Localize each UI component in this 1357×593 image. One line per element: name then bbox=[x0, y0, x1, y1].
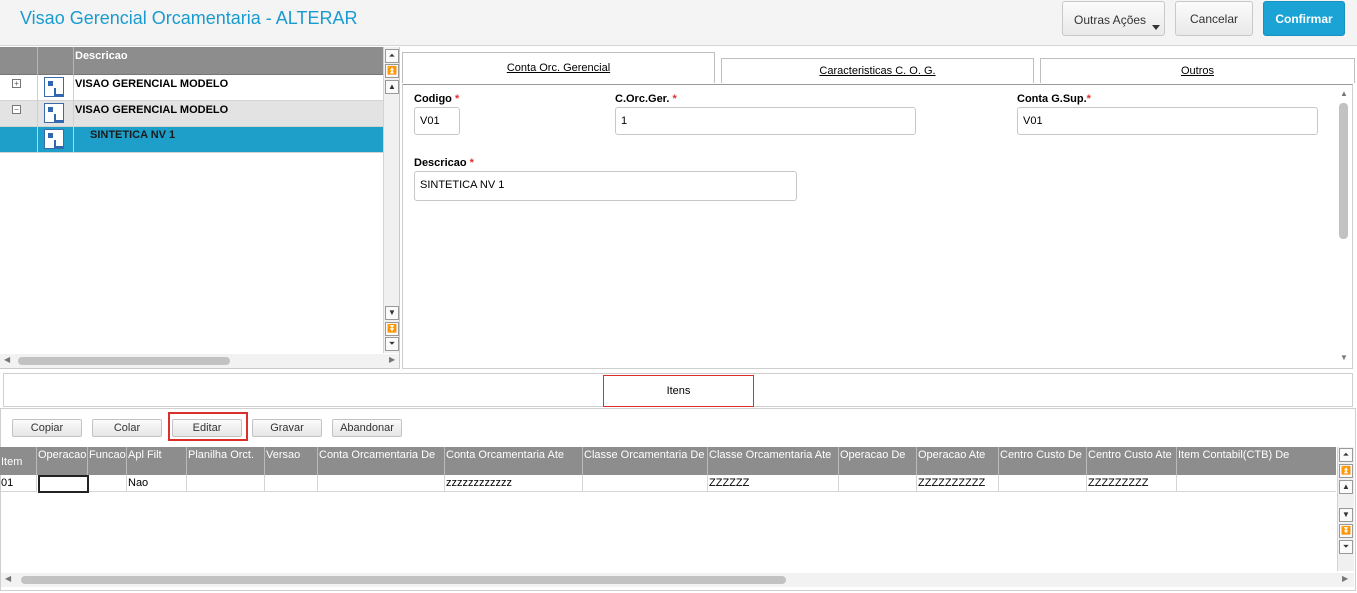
scroll-top-icon[interactable]: ⏶ bbox=[385, 49, 399, 63]
arrow-down-icon[interactable]: ▼ bbox=[385, 306, 399, 320]
confirmar-button[interactable]: Confirmar bbox=[1263, 1, 1345, 36]
codigo-field[interactable]: V01 bbox=[414, 107, 460, 135]
tree-row-label: SINTETICA NV 1 bbox=[90, 129, 176, 141]
tree-vertical-scrollbar[interactable]: ⏶ ⏫ ▲ ▼ ⏬ ⏷ bbox=[383, 47, 399, 353]
tab-outros[interactable]: Outros bbox=[1040, 58, 1355, 83]
tree-horizontal-scrollbar[interactable]: ◀ ▶ bbox=[0, 354, 399, 368]
cell-item[interactable]: 01 bbox=[0, 475, 37, 492]
col-header-item[interactable]: Item bbox=[0, 447, 37, 475]
col-header-operacao-de[interactable]: Operacao De bbox=[839, 447, 917, 475]
arrow-left-icon[interactable]: ◀ bbox=[4, 355, 10, 364]
cell-item-contabil-de[interactable] bbox=[1177, 475, 1336, 492]
form-panel: Codigo * V01 C.Orc.Ger. * 1 Conta G.Sup.… bbox=[402, 84, 1353, 369]
col-header-planilha[interactable]: Planilha Orct. bbox=[187, 447, 265, 475]
col-header-classe-ate[interactable]: Classe Orcamentaria Ate bbox=[708, 447, 839, 475]
col-header-versao[interactable]: Versao bbox=[265, 447, 318, 475]
col-header-conta-ate[interactable]: Conta Orcamentaria Ate bbox=[445, 447, 583, 475]
codigo-label: Codigo * bbox=[414, 93, 460, 105]
tree-header: Descricao bbox=[0, 47, 383, 75]
scroll-page-down-icon[interactable]: ⏬ bbox=[385, 322, 399, 336]
tree-row[interactable]: − VISAO GERENCIAL MODELO bbox=[0, 101, 383, 127]
tab-itens[interactable]: Itens bbox=[603, 375, 754, 407]
tree-row-label: VISAO GERENCIAL MODELO bbox=[75, 78, 229, 90]
scroll-thumb[interactable] bbox=[18, 357, 230, 365]
cell-classe-ate[interactable]: ZZZZZZ bbox=[708, 475, 839, 492]
cell-centro-de[interactable] bbox=[999, 475, 1087, 492]
copiar-button[interactable]: Copiar bbox=[12, 419, 82, 437]
descricao-label: Descricao * bbox=[414, 157, 474, 169]
cell-funcao[interactable] bbox=[89, 475, 127, 492]
abandonar-button[interactable]: Abandonar bbox=[332, 419, 402, 437]
col-header-centro-de[interactable]: Centro Custo De bbox=[999, 447, 1087, 475]
caret-down-icon bbox=[1152, 25, 1160, 30]
tab-caracteristicas[interactable]: Caracteristicas C. O. G. bbox=[721, 58, 1034, 83]
scroll-bottom-icon[interactable]: ⏷ bbox=[385, 337, 399, 351]
col-header-apl-filt[interactable]: Apl Filt bbox=[127, 447, 187, 475]
scroll-thumb[interactable] bbox=[1339, 103, 1348, 239]
outras-acoes-button[interactable]: Outras Ações bbox=[1062, 1, 1165, 36]
outras-acoes-label: Outras Ações bbox=[1074, 13, 1147, 27]
tree-node-icon bbox=[44, 129, 64, 149]
scroll-page-up-icon[interactable]: ⏫ bbox=[385, 64, 399, 78]
cell-versao[interactable] bbox=[265, 475, 318, 492]
collapse-icon[interactable]: − bbox=[12, 105, 21, 114]
arrow-up-icon[interactable]: ▲ bbox=[1340, 89, 1348, 98]
cell-operacao-ate[interactable]: ZZZZZZZZZZ bbox=[917, 475, 999, 492]
cell-apl-filt[interactable]: Nao bbox=[127, 475, 187, 492]
grid-vertical-scrollbar[interactable]: ⏶ ⏫ ▲ ▼ ⏬ ⏷ bbox=[1337, 447, 1354, 571]
cell-centro-ate[interactable]: ZZZZZZZZZ bbox=[1087, 475, 1177, 492]
scroll-bottom-icon[interactable]: ⏷ bbox=[1339, 540, 1353, 554]
contagsup-label: Conta G.Sup.* bbox=[1017, 93, 1091, 105]
contagsup-field[interactable]: V01 bbox=[1017, 107, 1318, 135]
corcger-field[interactable]: 1 bbox=[615, 107, 916, 135]
tree-row[interactable]: + VISAO GERENCIAL MODELO bbox=[0, 75, 383, 101]
cell-operacao-de[interactable] bbox=[839, 475, 917, 492]
cell-conta-ate[interactable]: zzzzzzzzzzzz bbox=[445, 475, 583, 492]
tree-column-header: Descricao bbox=[75, 50, 128, 62]
gravar-button[interactable]: Gravar bbox=[252, 419, 322, 437]
colar-button[interactable]: Colar bbox=[92, 419, 162, 437]
col-header-funcao[interactable]: Funcao bbox=[88, 447, 127, 475]
page-title: Visao Gerencial Orcamentaria - ALTERAR bbox=[20, 8, 358, 28]
page-header: Visao Gerencial Orcamentaria - ALTERAR O… bbox=[0, 0, 1357, 46]
tree-node-icon bbox=[44, 103, 64, 123]
tree-row-label: VISAO GERENCIAL MODELO bbox=[75, 104, 229, 116]
grid-header: Item Operacao Funcao Apl Filt Planilha O… bbox=[0, 447, 1336, 475]
tree-row-selected[interactable]: SINTETICA NV 1 bbox=[0, 127, 383, 153]
scroll-page-down-icon[interactable]: ⏬ bbox=[1339, 524, 1353, 538]
descricao-field[interactable]: SINTETICA NV 1 bbox=[414, 171, 797, 201]
cell-conta-de[interactable] bbox=[318, 475, 445, 492]
scroll-top-icon[interactable]: ⏶ bbox=[1339, 448, 1353, 462]
tree-node-icon bbox=[44, 77, 64, 97]
arrow-down-icon[interactable]: ▼ bbox=[1340, 353, 1348, 362]
tree-panel: Descricao + VISAO GERENCIAL MODELO − VIS… bbox=[0, 47, 400, 369]
editar-highlight bbox=[168, 412, 248, 441]
col-header-classe-de[interactable]: Classe Orcamentaria De bbox=[583, 447, 708, 475]
cancelar-button[interactable]: Cancelar bbox=[1175, 1, 1253, 36]
col-header-centro-ate[interactable]: Centro Custo Ate bbox=[1087, 447, 1177, 475]
cell-planilha[interactable] bbox=[187, 475, 265, 492]
grid-horizontal-scrollbar[interactable]: ◀ ▶ bbox=[1, 573, 1354, 587]
arrow-right-icon[interactable]: ▶ bbox=[389, 355, 395, 364]
expand-icon[interactable]: + bbox=[12, 79, 21, 88]
arrow-up-icon[interactable]: ▲ bbox=[385, 80, 399, 94]
scroll-page-up-icon[interactable]: ⏫ bbox=[1339, 464, 1353, 478]
col-header-operacao[interactable]: Operacao bbox=[37, 447, 88, 475]
col-header-conta-de[interactable]: Conta Orcamentaria De bbox=[318, 447, 445, 475]
arrow-right-icon[interactable]: ▶ bbox=[1342, 574, 1348, 583]
cell-classe-de[interactable] bbox=[583, 475, 708, 492]
scroll-thumb[interactable] bbox=[21, 576, 786, 584]
corcger-label: C.Orc.Ger. * bbox=[615, 93, 677, 105]
col-header-item-contabil-de[interactable]: Item Contabil(CTB) De bbox=[1177, 447, 1336, 475]
arrow-up-icon[interactable]: ▲ bbox=[1339, 480, 1353, 494]
form-vertical-scrollbar[interactable]: ▲ ▼ bbox=[1336, 85, 1352, 368]
arrow-down-icon[interactable]: ▼ bbox=[1339, 508, 1353, 522]
col-header-operacao-ate[interactable]: Operacao Ate bbox=[917, 447, 999, 475]
arrow-left-icon[interactable]: ◀ bbox=[5, 574, 11, 583]
cell-operacao-focused[interactable] bbox=[38, 475, 89, 493]
tab-conta-orc-gerencial[interactable]: Conta Orc. Gerencial bbox=[402, 52, 715, 83]
